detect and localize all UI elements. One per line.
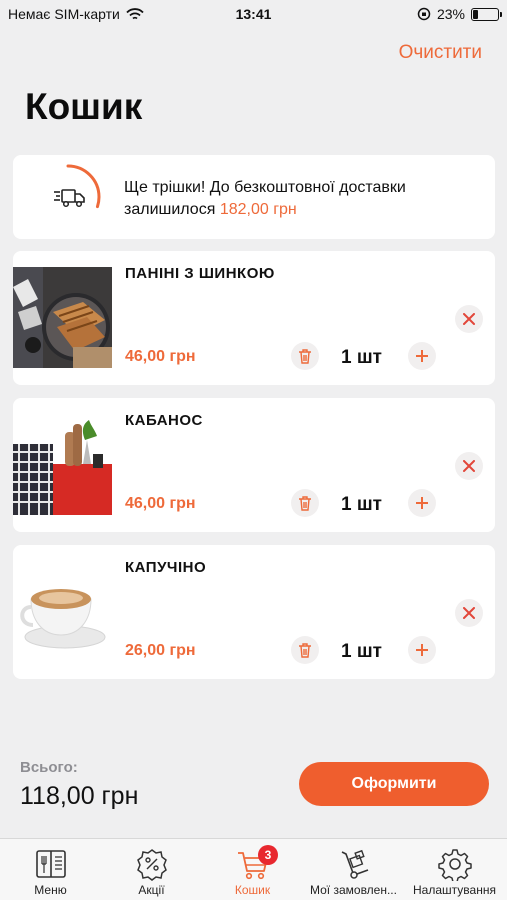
battery-fill xyxy=(473,9,479,19)
total-label: Всього: xyxy=(20,759,78,776)
tab-label: Меню xyxy=(34,883,67,897)
product-price: 46,00 грн xyxy=(125,348,196,365)
cart-item: КАПУЧІНО 26,00 грн 1 шт xyxy=(13,545,495,679)
decrease-quantity-button[interactable] xyxy=(291,342,319,370)
cart-item: ПАНІНІ З ШИНКОЮ 46,00 грн 1 шт xyxy=(13,251,495,385)
plus-icon xyxy=(416,350,428,362)
page-title: Кошик xyxy=(25,86,143,127)
product-price: 46,00 грн xyxy=(125,495,196,512)
cart-item: КАБАНОС 46,00 грн 1 шт xyxy=(13,398,495,532)
plus-icon xyxy=(416,497,428,509)
checkout-button[interactable]: Оформити xyxy=(299,762,489,806)
decrease-quantity-button[interactable] xyxy=(291,636,319,664)
tab-label: Кошик xyxy=(234,883,271,897)
tab-label: Мої замовлен... xyxy=(310,883,397,897)
trash-icon xyxy=(299,349,311,364)
total-amount: 118,00 грн xyxy=(20,782,139,810)
product-image-kabanos xyxy=(13,414,112,515)
product-image-cappuccino xyxy=(13,561,112,662)
plus-icon xyxy=(416,644,428,656)
product-name: КАПУЧІНО xyxy=(125,559,207,576)
tab-bar: Меню Акції 3 Кошик Мої замовлен... Налаш… xyxy=(0,838,507,900)
product-name: КАБАНОС xyxy=(125,412,203,429)
free-delivery-card: Ще трішки! До безкоштовної доставки зали… xyxy=(13,155,495,239)
product-image-panini xyxy=(13,267,112,368)
discount-badge-icon xyxy=(136,849,167,881)
tab-menu[interactable]: Меню xyxy=(0,839,101,900)
decrease-quantity-button[interactable] xyxy=(291,489,319,517)
quantity-value: 1 шт xyxy=(341,347,382,368)
close-icon xyxy=(463,460,475,472)
tab-my-orders[interactable]: Мої замовлен... xyxy=(303,839,404,900)
close-icon xyxy=(463,313,475,325)
gear-icon xyxy=(437,849,472,881)
delivery-truck-icon xyxy=(54,189,85,208)
delivery-message: Ще трішки! До безкоштовної доставки зали… xyxy=(124,177,484,221)
increase-quantity-button[interactable] xyxy=(408,342,436,370)
close-icon xyxy=(463,607,475,619)
orientation-lock-icon xyxy=(417,7,431,21)
tab-label: Налаштування xyxy=(413,883,496,897)
delivery-progress-ring xyxy=(35,164,101,230)
trash-icon xyxy=(299,496,311,511)
increase-quantity-button[interactable] xyxy=(408,489,436,517)
trash-icon xyxy=(299,643,311,658)
battery-percent: 23% xyxy=(436,6,465,22)
tab-settings[interactable]: Налаштування xyxy=(404,839,505,900)
product-price: 26,00 грн xyxy=(125,642,196,659)
cart-count-badge: 3 xyxy=(258,845,278,865)
hand-truck-icon xyxy=(341,849,368,879)
quantity-value: 1 шт xyxy=(341,641,382,662)
tab-promotions[interactable]: Акції xyxy=(101,839,202,900)
status-bar: Немає SIM-карти 13:41 23% xyxy=(0,0,507,28)
clear-cart-button[interactable]: Очистити xyxy=(399,42,482,64)
increase-quantity-button[interactable] xyxy=(408,636,436,664)
battery-icon xyxy=(471,7,502,21)
product-name: ПАНІНІ З ШИНКОЮ xyxy=(125,265,275,282)
status-right: 23% xyxy=(417,6,502,22)
menu-book-icon xyxy=(35,850,66,878)
delivery-remaining-amount: 182,00 грн xyxy=(219,201,297,218)
quantity-value: 1 шт xyxy=(341,494,382,515)
remove-item-button[interactable] xyxy=(455,599,483,627)
tab-label: Акції xyxy=(138,883,165,897)
tab-cart[interactable]: 3 Кошик xyxy=(202,839,303,900)
remove-item-button[interactable] xyxy=(455,305,483,333)
remove-item-button[interactable] xyxy=(455,452,483,480)
